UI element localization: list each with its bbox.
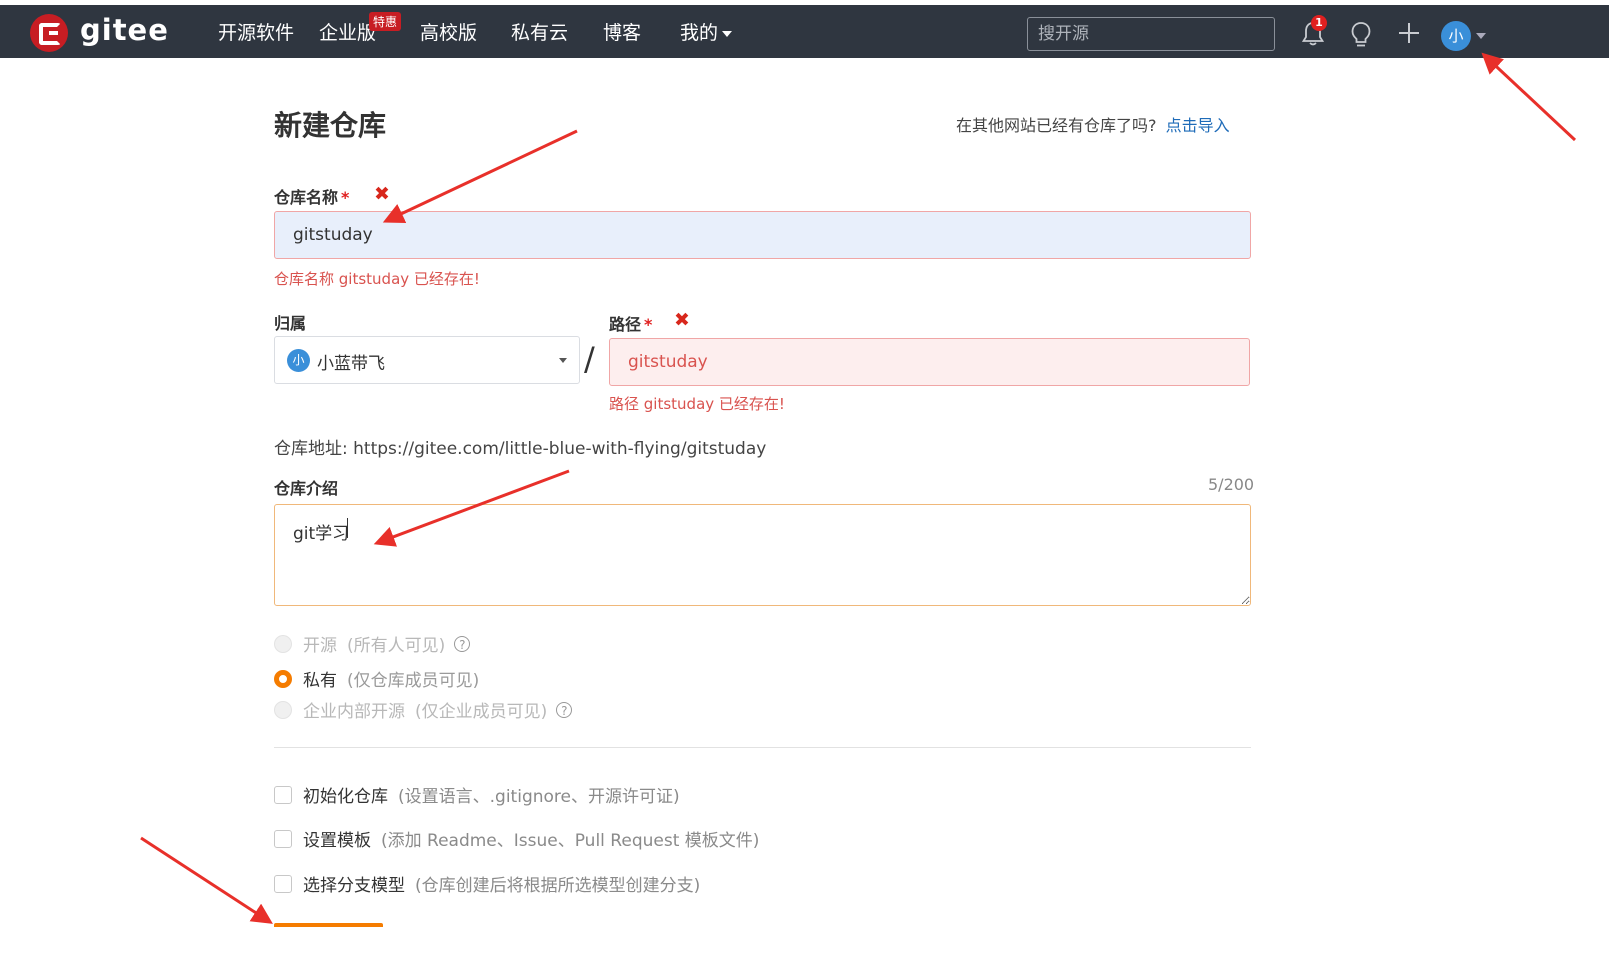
arrow-to-repo-name <box>382 129 578 224</box>
required-mark: * <box>341 188 350 207</box>
description-label: 仓库介绍 <box>274 479 339 498</box>
description-counter: 5/200 <box>1208 475 1255 494</box>
checkbox[interactable] <box>274 874 292 893</box>
checkbox[interactable] <box>274 785 292 804</box>
path-input[interactable] <box>609 338 1250 386</box>
option-template[interactable]: 设置模板 (添加 Readme、Issue、Pull Request 模板文件) <box>274 826 759 851</box>
repo-name-label: 仓库名称 * <box>274 184 349 208</box>
visibility-note: (仅仓库成员可见) <box>347 671 480 691</box>
path-separator: / <box>584 340 595 378</box>
description-textarea[interactable]: git学习 <box>274 504 1251 606</box>
annotation-arrows <box>140 52 1577 924</box>
page-title: 新建仓库 <box>274 109 387 142</box>
repo-name-input[interactable] <box>274 211 1251 259</box>
nav-item-blog[interactable]: 博客 <box>603 18 641 45</box>
visibility-label: 开源 <box>303 636 337 656</box>
plus-icon[interactable] <box>1397 21 1421 45</box>
option-note: (添加 Readme、Issue、Pull Request 模板文件) <box>381 831 760 851</box>
radio-button-selected[interactable] <box>274 669 292 688</box>
repo-name-label-text: 仓库名称 <box>274 188 339 207</box>
import-question: 在其他网站已经有仓库了吗? <box>956 116 1157 135</box>
owner-value: 小蓝带飞 <box>317 354 385 374</box>
promo-badge: 特惠 <box>369 12 402 31</box>
option-init-repo[interactable]: 初始化仓库 (设置语言、.gitignore、开源许可证) <box>274 782 680 807</box>
nav-item-open-source[interactable]: 开源软件 <box>218 18 294 45</box>
option-label: 设置模板 <box>303 831 371 851</box>
nav-item-mine-label: 我的 <box>680 22 719 44</box>
option-note: (设置语言、.gitignore、开源许可证) <box>398 787 680 807</box>
chevron-down-icon <box>722 30 733 37</box>
error-x-icon: ✖ <box>374 183 390 205</box>
option-branch-model[interactable]: 选择分支模型 (仓库创建后将根据所选模型创建分支) <box>274 871 700 896</box>
chevron-down-icon[interactable] <box>1476 33 1486 39</box>
notification-badge: 1 <box>1311 15 1327 31</box>
gitee-logo-icon <box>30 14 68 52</box>
owner-label: 归属 <box>274 314 307 333</box>
visibility-label: 企业内部开源 <box>303 702 405 722</box>
arrow-to-create-button <box>140 836 273 924</box>
repo-name-error: 仓库名称 gitstuday 已经存在! <box>274 270 480 288</box>
option-label: 初始化仓库 <box>303 787 388 807</box>
text-cursor <box>347 518 348 538</box>
create-button[interactable] <box>274 923 383 927</box>
lightbulb-icon[interactable] <box>1350 21 1372 49</box>
import-prompt: 在其他网站已经有仓库了吗? 点击导入 <box>956 112 1230 136</box>
user-avatar[interactable]: 小 <box>1441 21 1471 51</box>
import-link[interactable]: 点击导入 <box>1166 116 1230 135</box>
visibility-option-private[interactable]: 私有 (仅仓库成员可见) <box>274 666 479 691</box>
arrow-to-avatar <box>1481 52 1577 142</box>
help-icon[interactable]: ? <box>454 635 471 652</box>
path-label: 路径 * <box>609 311 652 335</box>
nav-item-private-cloud[interactable]: 私有云 <box>511 18 568 45</box>
required-mark: * <box>644 315 653 334</box>
visibility-option-internal[interactable]: 企业内部开源 (仅企业成员可见) ? <box>274 697 573 722</box>
search-input[interactable] <box>1027 17 1275 51</box>
section-divider <box>274 747 1251 748</box>
error-x-icon: ✖ <box>674 309 690 331</box>
path-error: 路径 gitstuday 已经存在! <box>609 395 785 413</box>
nav-item-mine[interactable]: 我的 <box>680 18 733 45</box>
gitee-logo[interactable]: gitee <box>30 13 169 52</box>
owner-avatar: 小 <box>287 349 310 372</box>
nav-item-university[interactable]: 高校版 <box>420 18 477 45</box>
visibility-note: (仅企业成员可见) <box>415 702 548 722</box>
help-icon[interactable]: ? <box>556 701 573 718</box>
path-label-text: 路径 <box>609 315 642 334</box>
option-note: (仓库创建后将根据所选模型创建分支) <box>415 876 701 896</box>
owner-select[interactable]: 小 小蓝带飞 <box>274 336 580 384</box>
visibility-option-public[interactable]: 开源 (所有人可见) ? <box>274 631 471 656</box>
nav-item-enterprise[interactable]: 企业版 <box>319 18 376 45</box>
visibility-label: 私有 <box>303 671 337 691</box>
repo-address: 仓库地址: https://gitee.com/little-blue-with… <box>274 439 767 459</box>
chevron-down-icon <box>559 358 567 363</box>
radio-button[interactable] <box>274 634 292 653</box>
top-navbar: gitee 开源软件 企业版 特惠 高校版 私有云 博客 我的 1 小 <box>0 5 1609 58</box>
brand-name: gitee <box>80 13 169 47</box>
checkbox[interactable] <box>274 829 292 848</box>
option-label: 选择分支模型 <box>303 876 405 896</box>
radio-button[interactable] <box>274 700 292 719</box>
visibility-note: (所有人可见) <box>347 636 446 656</box>
